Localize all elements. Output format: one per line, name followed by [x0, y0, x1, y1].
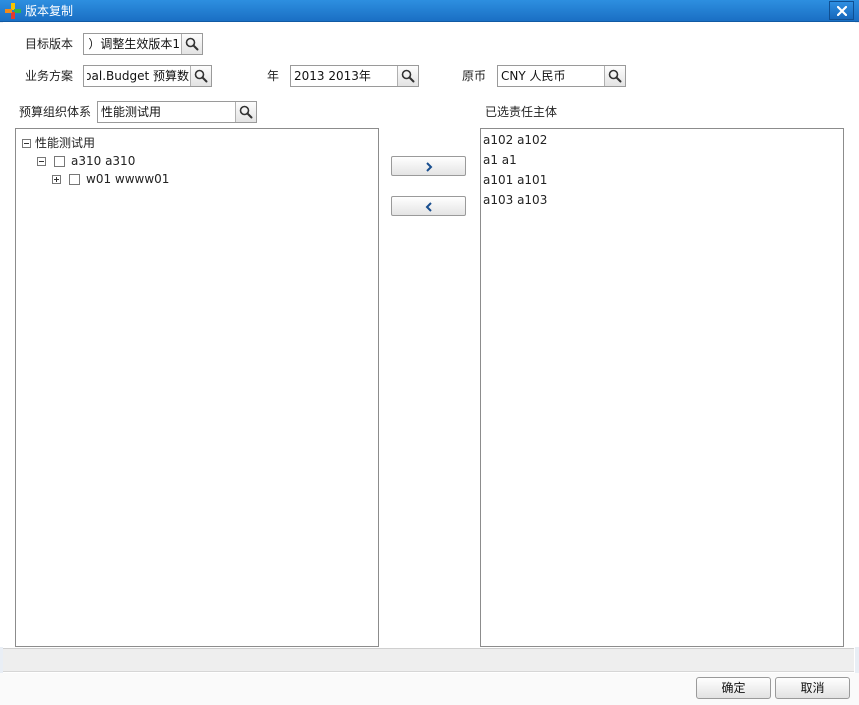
year-search-button[interactable]	[397, 66, 418, 86]
business-plan-search-button[interactable]	[190, 66, 211, 86]
list-item[interactable]: a102 a102	[483, 132, 547, 148]
org-tree-panel[interactable]: 性能测试用 a310 a310 w01 wwww01	[15, 128, 379, 647]
currency-field[interactable]: CNY 人民币	[497, 65, 626, 87]
collapse-icon[interactable]	[37, 157, 46, 166]
tree-root-label[interactable]: 性能测试用	[35, 135, 95, 151]
dialog-body: 目标版本 ：）调整生效版本1 业务方案 obal.Budget 预算数 年 20…	[0, 23, 859, 647]
close-button[interactable]	[829, 1, 854, 20]
list-item[interactable]: a103 a103	[483, 192, 547, 208]
target-version-field[interactable]: ：）调整生效版本1	[83, 33, 203, 55]
title-bar: 版本复制	[0, 0, 859, 22]
org-system-field[interactable]: 性能测试用	[97, 101, 257, 123]
close-icon	[837, 6, 847, 16]
year-value: 2013 2013年	[294, 69, 371, 83]
window-title: 版本复制	[25, 4, 74, 18]
year-field[interactable]: 2013 2013年	[290, 65, 419, 87]
currency-value: CNY 人民币	[501, 69, 566, 83]
chevron-right-icon	[426, 162, 433, 172]
business-plan-label: 业务方案	[25, 69, 74, 83]
tree-node-checkbox[interactable]	[54, 156, 65, 167]
dialog-footer: 确定 取消	[0, 673, 859, 705]
move-left-button[interactable]	[391, 196, 466, 216]
move-right-button[interactable]	[391, 156, 466, 176]
org-system-search-button[interactable]	[235, 102, 256, 122]
target-version-label: 目标版本	[25, 37, 74, 51]
tree-node-label[interactable]: w01 wwww01	[86, 171, 169, 187]
org-system-label: 预算组织体系	[19, 105, 92, 119]
expand-icon[interactable]	[52, 175, 61, 184]
collapse-icon[interactable]	[22, 139, 31, 148]
list-item[interactable]: a1 a1	[483, 152, 517, 168]
chevron-left-icon	[425, 202, 432, 212]
cancel-button[interactable]: 取消	[775, 677, 850, 699]
tree-node-checkbox[interactable]	[69, 174, 80, 185]
status-strip	[3, 648, 854, 672]
search-icon	[194, 69, 208, 83]
selected-entities-header: 已选责任主体	[485, 105, 558, 119]
selected-list-panel[interactable]: a102 a102 a1 a1 a101 a101 a103 a103	[480, 128, 844, 647]
tree-root[interactable]: 性能测试用	[16, 135, 216, 153]
search-icon	[185, 37, 199, 51]
tree-node-label[interactable]: a310 a310	[71, 153, 135, 169]
list-item[interactable]: a101 a101	[483, 172, 547, 188]
search-icon	[608, 69, 622, 83]
tree-node[interactable]: w01 wwww01	[16, 171, 216, 189]
search-icon	[401, 69, 415, 83]
target-version-search-button[interactable]	[181, 34, 202, 54]
business-plan-value: obal.Budget 预算数	[87, 69, 189, 83]
business-plan-field[interactable]: obal.Budget 预算数	[83, 65, 212, 87]
search-icon	[239, 105, 253, 119]
target-version-value: ：）调整生效版本1	[87, 37, 180, 51]
ok-button[interactable]: 确定	[696, 677, 771, 699]
currency-search-button[interactable]	[604, 66, 625, 86]
app-logo-icon	[5, 3, 21, 19]
tree-node[interactable]: a310 a310	[16, 153, 216, 171]
year-label: 年	[267, 69, 280, 83]
org-system-value: 性能测试用	[101, 105, 162, 119]
currency-label: 原币	[462, 69, 487, 83]
